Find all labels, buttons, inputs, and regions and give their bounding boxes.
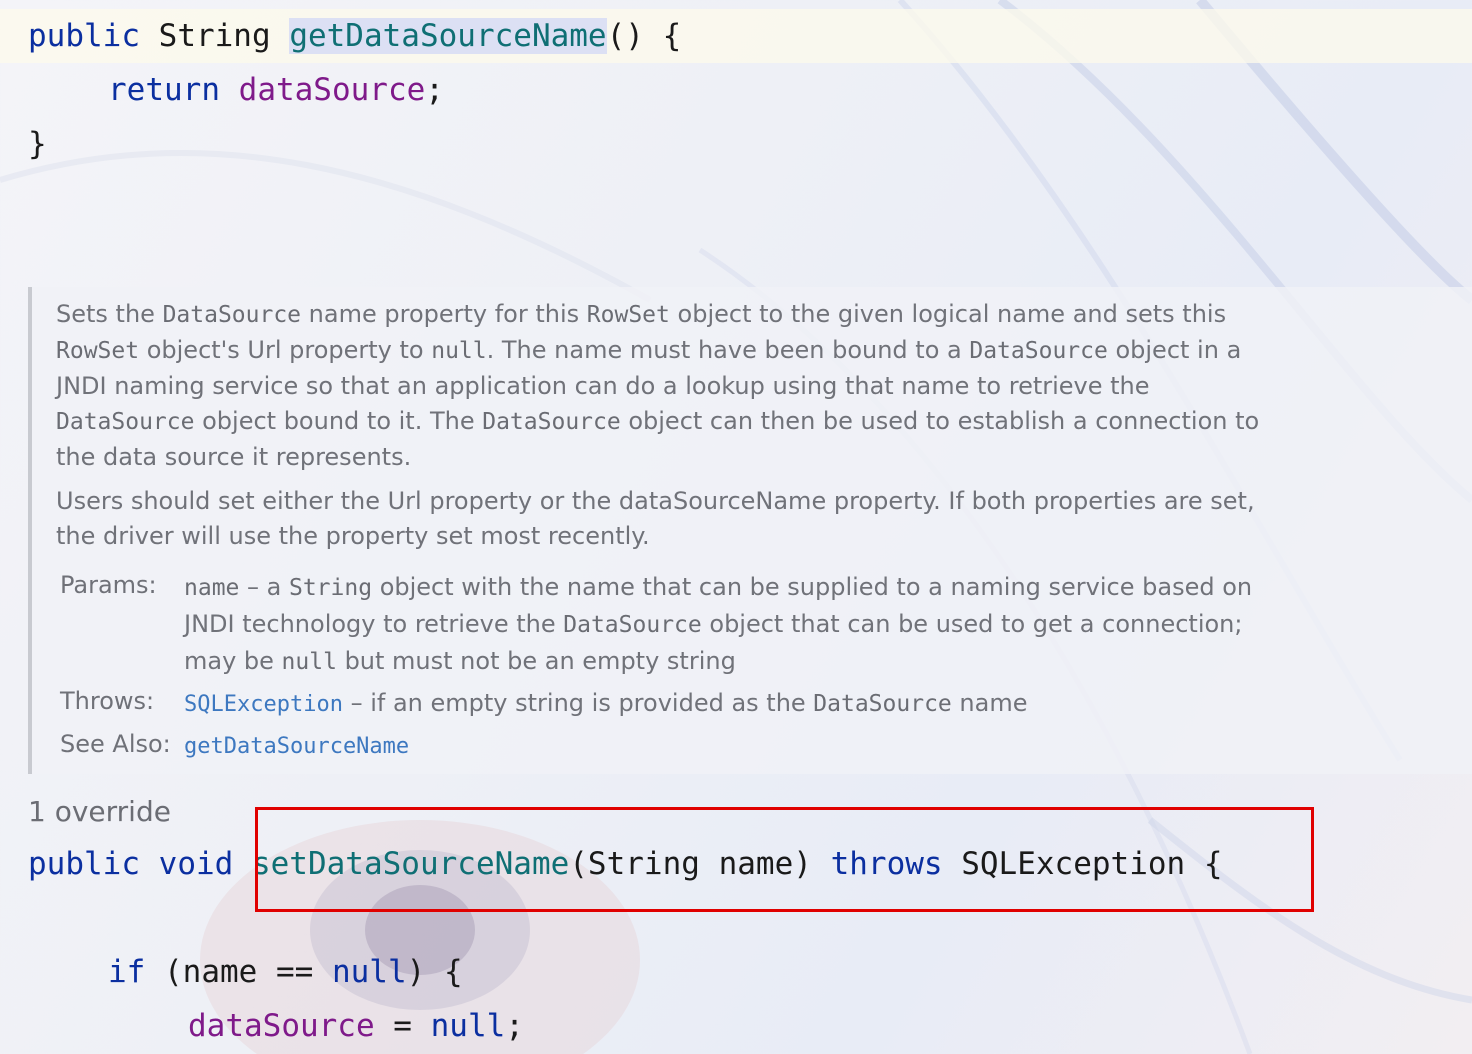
condition-end: ) { bbox=[406, 954, 463, 990]
code-line-getter-signature[interactable]: public String getDataSourceName() { bbox=[0, 9, 1472, 63]
see-also-label: See Also: bbox=[60, 730, 171, 758]
params-description: name – a String object with the name tha… bbox=[184, 569, 1284, 680]
doc-code: null bbox=[431, 338, 487, 364]
override-inlay-hint[interactable]: 1 override bbox=[28, 790, 171, 834]
doc-text: name property for this bbox=[301, 300, 587, 328]
code-punctuation: ; bbox=[505, 1008, 524, 1044]
code-punctuation: () { bbox=[606, 18, 682, 54]
doc-text: Sets the bbox=[56, 300, 163, 328]
code-punctuation: ; bbox=[425, 72, 444, 108]
param-name: name bbox=[184, 575, 240, 601]
doc-text: – if an empty string is provided as the bbox=[342, 689, 814, 717]
see-also-value: getDataSourceName bbox=[184, 727, 1284, 765]
code-line-if-null-check[interactable]: if (name == null) { bbox=[0, 945, 1472, 999]
code-line-return[interactable]: return dataSource; bbox=[0, 63, 1472, 117]
field-datasource[interactable]: dataSource bbox=[188, 1008, 375, 1044]
doc-code: DataSource bbox=[482, 409, 621, 435]
doc-code: DataSource bbox=[56, 409, 195, 435]
method-name-getdatasourcename[interactable]: getDataSourceName bbox=[289, 18, 607, 54]
keyword-null: null bbox=[430, 1008, 506, 1044]
throws-description: SQLException – if an empty string is pro… bbox=[184, 685, 1284, 723]
assign-operator: = bbox=[374, 1008, 431, 1044]
keyword-if: if bbox=[108, 954, 146, 990]
sqlexception-link[interactable]: SQLException bbox=[184, 692, 343, 717]
doc-code: DataSource bbox=[563, 612, 702, 638]
keyword-return: return bbox=[108, 72, 220, 108]
doc-code: RowSet bbox=[56, 338, 140, 364]
doc-text: – a bbox=[239, 573, 289, 601]
keyword-public: public bbox=[28, 18, 140, 54]
getdatasourcename-link[interactable]: getDataSourceName bbox=[184, 734, 409, 759]
code-line-assign-null[interactable]: dataSource = null; bbox=[0, 999, 1472, 1053]
params-label: Params: bbox=[60, 571, 157, 599]
doc-usage-paragraph: Users should set either the Url property… bbox=[56, 487, 1255, 550]
doc-text: . The name must have been bound to a bbox=[486, 336, 970, 364]
doc-code: RowSet bbox=[586, 302, 670, 328]
closing-brace: } bbox=[28, 126, 47, 162]
doc-code: DataSource bbox=[813, 691, 952, 717]
throws-label: Throws: bbox=[60, 687, 155, 715]
code-line-closing-brace[interactable]: } bbox=[0, 117, 1472, 171]
keyword-public: public bbox=[28, 846, 140, 882]
doc-text: but must not be an empty string bbox=[336, 647, 736, 675]
keyword-null: null bbox=[331, 954, 407, 990]
field-datasource[interactable]: dataSource bbox=[239, 72, 426, 108]
javadoc-rendered-block: Sets the DataSource name property for th… bbox=[28, 287, 1472, 774]
doc-code: DataSource bbox=[162, 302, 302, 328]
annotation-highlight-box bbox=[255, 807, 1314, 912]
keyword-void: void bbox=[158, 846, 234, 882]
doc-text: object's Url property to bbox=[139, 336, 432, 364]
doc-description-paragraph: Sets the DataSource name property for th… bbox=[56, 297, 1286, 475]
doc-text: object bound to it. The bbox=[194, 407, 483, 435]
doc-code: DataSource bbox=[969, 338, 1108, 364]
type-string: String bbox=[158, 18, 271, 54]
doc-code: String bbox=[288, 575, 373, 601]
doc-code: null bbox=[281, 649, 337, 675]
condition-part: (name == bbox=[164, 954, 332, 990]
doc-text: name bbox=[951, 689, 1028, 717]
doc-text: object to the given logical name and set… bbox=[669, 300, 1227, 328]
